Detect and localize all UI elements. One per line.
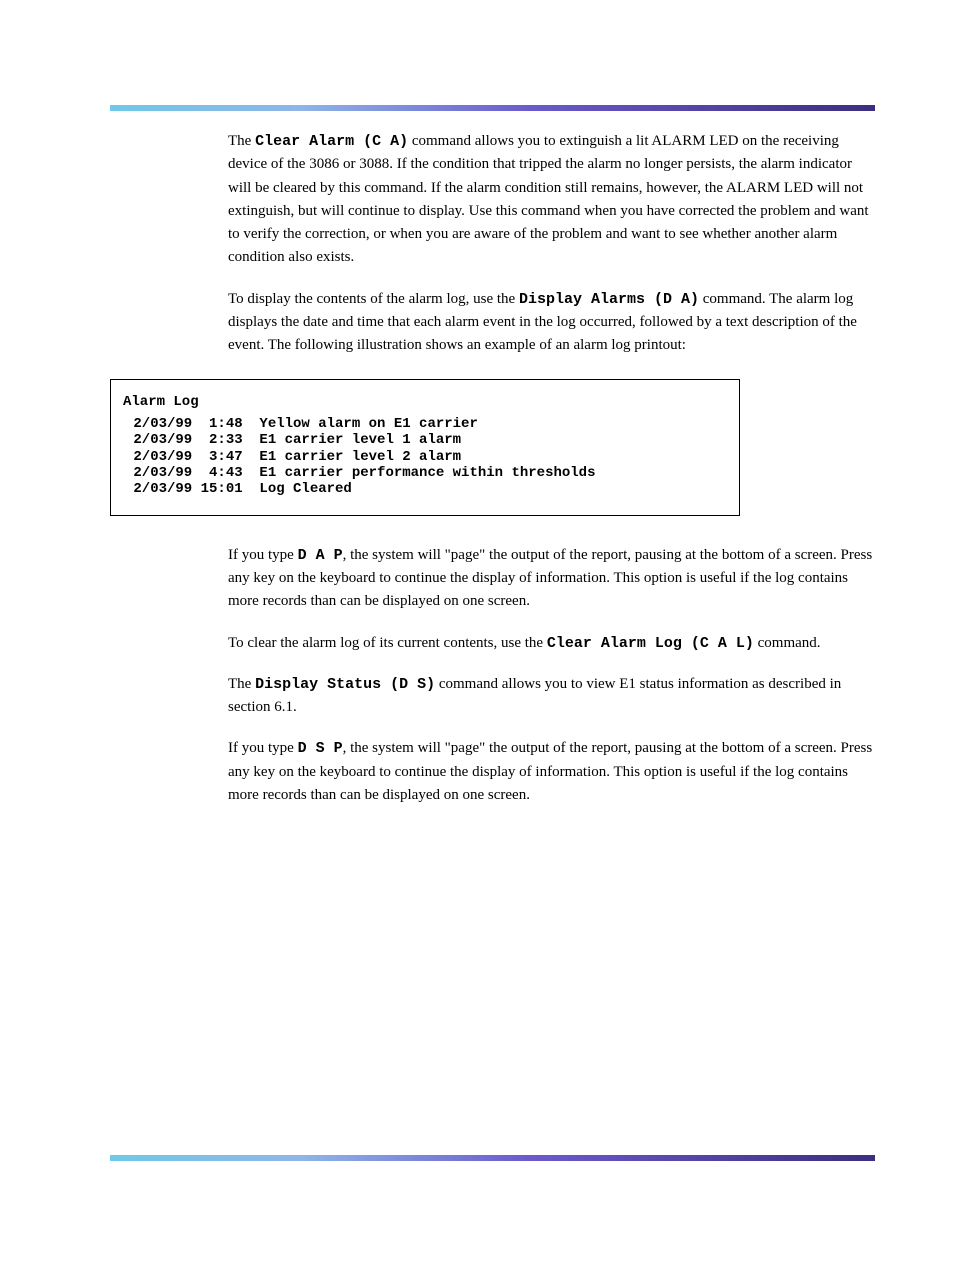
text: To display the contents of the alarm log… bbox=[228, 291, 519, 307]
alarm-log-entry: 2/03/99 1:48 Yellow alarm on E1 carrier bbox=[123, 416, 727, 432]
para-clear-alarm: The Clear Alarm (C A) command allows you… bbox=[110, 130, 875, 270]
alarm-log-title: Alarm Log bbox=[123, 394, 727, 410]
header-divider bbox=[110, 105, 875, 111]
cmd-clear-alarm: Clear Alarm (C A) bbox=[255, 133, 408, 150]
text: If you type bbox=[228, 740, 298, 756]
text: command. bbox=[754, 635, 821, 651]
text: To clear the alarm log of its current co… bbox=[228, 635, 547, 651]
cmd-dap: D A P bbox=[298, 547, 343, 564]
text: command allows you to extinguish a lit A… bbox=[228, 133, 869, 265]
para-clear-alarm-log: To clear the alarm log of its current co… bbox=[110, 632, 875, 655]
alarm-log-entry: 2/03/99 3:47 E1 carrier level 2 alarm bbox=[123, 449, 727, 465]
page-content: The Clear Alarm (C A) command allows you… bbox=[110, 130, 875, 825]
para-display-alarms: To display the contents of the alarm log… bbox=[110, 288, 875, 358]
alarm-log-box: Alarm Log 2/03/99 1:48 Yellow alarm on E… bbox=[110, 379, 740, 516]
text: If you type bbox=[228, 547, 298, 563]
text: The bbox=[228, 676, 255, 692]
cmd-display-alarms: Display Alarms (D A) bbox=[519, 291, 699, 308]
cmd-dsp: D S P bbox=[298, 740, 343, 757]
cmd-clear-alarm-log: Clear Alarm Log (C A L) bbox=[547, 635, 754, 652]
text: The bbox=[228, 133, 255, 149]
footer-divider bbox=[110, 1155, 875, 1161]
para-dap: If you type D A P, the system will "page… bbox=[110, 544, 875, 614]
para-dsp: If you type D S P, the system will "page… bbox=[110, 737, 875, 807]
alarm-log-entries: 2/03/99 1:48 Yellow alarm on E1 carrier … bbox=[123, 416, 727, 496]
para-display-status: The Display Status (D S) command allows … bbox=[110, 673, 875, 720]
alarm-log-entry: 2/03/99 2:33 E1 carrier level 1 alarm bbox=[123, 432, 727, 448]
cmd-display-status: Display Status (D S) bbox=[255, 676, 435, 693]
alarm-log-entry: 2/03/99 15:01 Log Cleared bbox=[123, 481, 727, 497]
alarm-log-entry: 2/03/99 4:43 E1 carrier performance with… bbox=[123, 465, 727, 481]
